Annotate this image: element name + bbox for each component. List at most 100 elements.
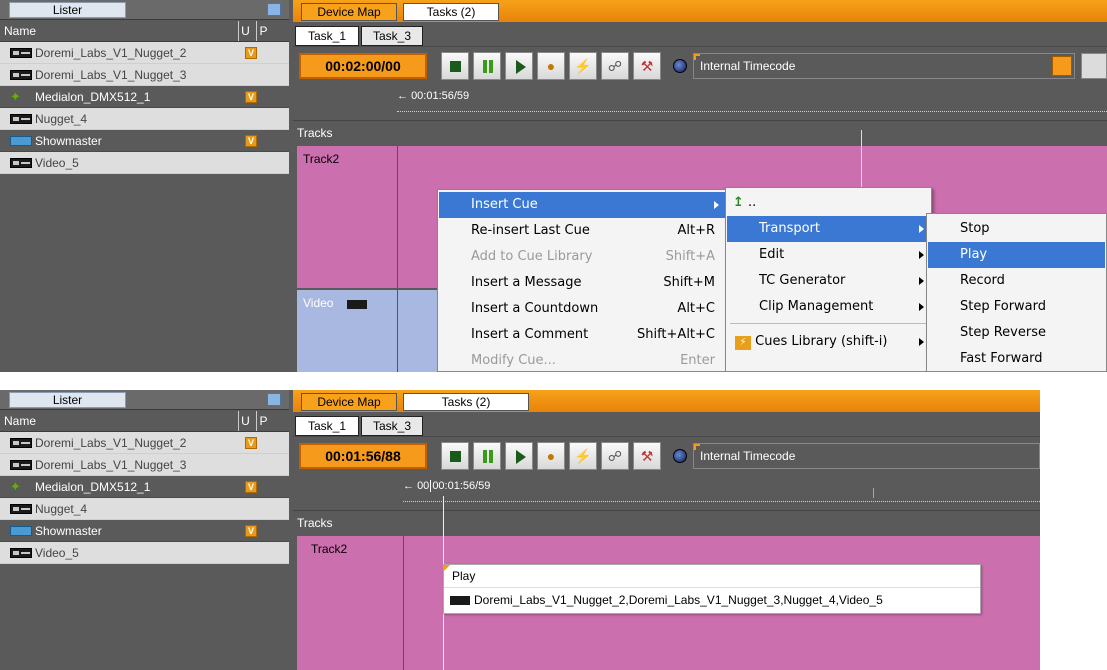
menu-item-play[interactable]: Play <box>928 242 1105 268</box>
dmx-icon: ✦ <box>10 479 21 494</box>
list-item-label: Showmaster <box>35 524 102 538</box>
list-item[interactable]: Video_5 <box>0 152 289 174</box>
column-p[interactable]: P <box>256 21 270 41</box>
menu-item-label: Edit <box>759 247 785 262</box>
tab-device-map[interactable]: Device Map <box>301 3 397 21</box>
track-video[interactable]: Video <box>297 290 397 372</box>
menu-item-modify-cue[interactable]: Modify Cue... Enter <box>439 348 725 372</box>
stop-button[interactable] <box>441 52 469 80</box>
wrench-icon[interactable]: ⚒ <box>633 442 661 470</box>
menu-item-fast-forward[interactable]: Fast Forward <box>928 346 1105 372</box>
list-item[interactable]: Showmaster V <box>0 130 289 152</box>
menu-item-transport[interactable]: Transport <box>727 216 930 242</box>
menu-item-reinsert-last-cue[interactable]: Re-insert Last Cue Alt+R <box>439 218 725 244</box>
list-item[interactable]: Doremi_Labs_V1_Nugget_2 V <box>0 432 289 454</box>
menu-item-step-forward[interactable]: Step Forward <box>928 294 1105 320</box>
menu-separator <box>730 323 927 324</box>
list-item-label: Doremi_Labs_V1_Nugget_2 <box>35 436 187 450</box>
device-icon <box>10 548 32 558</box>
extra-button[interactable] <box>1081 53 1107 79</box>
timecode-source-select[interactable]: Internal Timecode <box>693 443 1040 469</box>
track-label: Video <box>303 296 334 310</box>
list-item[interactable]: Nugget_4 <box>0 498 289 520</box>
cue-targets: Doremi_Labs_V1_Nugget_2,Doremi_Labs_V1_N… <box>474 593 883 607</box>
column-u[interactable]: U <box>238 21 252 41</box>
device-icon <box>10 114 32 124</box>
time-ruler[interactable]: ← 00:01:56/59 <box>293 84 1107 120</box>
device-icon <box>10 158 32 168</box>
menu-item-add-to-cue-library[interactable]: Add to Cue Library Shift+A <box>439 244 725 270</box>
lock-icon[interactable]: ● <box>537 442 565 470</box>
link-icon[interactable]: ☍ <box>601 52 629 80</box>
tab-task-3[interactable]: Task_3 <box>361 26 423 46</box>
column-name[interactable]: Name <box>4 24 36 38</box>
menu-item-stop[interactable]: Stop <box>928 216 1105 242</box>
lightning-icon[interactable]: ⚡ <box>569 442 597 470</box>
track-label: Track2 <box>311 542 348 556</box>
menu-item-cues-library[interactable]: ⚡ Cues Library (shift-i) <box>727 329 930 355</box>
play-button[interactable] <box>505 52 533 80</box>
lister-header: Lister <box>0 390 289 410</box>
menu-item-insert-comment[interactable]: Insert a Comment Shift+Alt+C <box>439 322 725 348</box>
tab-task-1[interactable]: Task_1 <box>295 26 359 46</box>
link-icon[interactable]: ☍ <box>601 442 629 470</box>
lightning-icon[interactable]: ⚡ <box>569 52 597 80</box>
lock-icon[interactable]: ● <box>537 52 565 80</box>
tab-task-1[interactable]: Task_1 <box>295 416 359 436</box>
list-item[interactable]: Doremi_Labs_V1_Nugget_3 <box>0 454 289 476</box>
tab-device-map[interactable]: Device Map <box>301 393 397 411</box>
v-badge-icon: V <box>245 47 257 59</box>
task-tabs: Task_1 Task_3 <box>293 22 1107 46</box>
time-ruler[interactable]: ← 00 00:01:56/59 <box>293 474 1040 510</box>
tab-tasks[interactable]: Tasks (2) <box>403 3 499 21</box>
list-item[interactable]: Video_5 <box>0 542 289 564</box>
menu-item-tc-generator[interactable]: TC Generator <box>727 268 930 294</box>
tracks-header: Tracks <box>293 510 1040 534</box>
menu-item-step-reverse[interactable]: Step Reverse <box>928 320 1105 346</box>
list-item-label: Doremi_Labs_V1_Nugget_2 <box>35 46 187 60</box>
list-item[interactable]: Nugget_4 <box>0 108 289 130</box>
menu-item-record[interactable]: Record <box>928 268 1105 294</box>
menu-item-insert-countdown[interactable]: Insert a Countdown Alt+C <box>439 296 725 322</box>
grid-view-icon[interactable] <box>267 393 281 406</box>
tab-task-3[interactable]: Task_3 <box>361 416 423 436</box>
play-button[interactable] <box>505 442 533 470</box>
top-screenshot: Lister Name U P Doremi_Labs_V1_Nugget_2 … <box>0 0 1107 372</box>
menu-item-label: Add to Cue Library <box>471 249 593 264</box>
menu-item-up[interactable]: ↥ .. <box>727 190 930 216</box>
menu-item-shortcut: Alt+R <box>677 223 715 238</box>
stop-button[interactable] <box>441 442 469 470</box>
tab-tasks[interactable]: Tasks (2) <box>403 393 529 411</box>
loop-marker <box>873 488 874 498</box>
v-badge-icon: V <box>245 135 257 147</box>
list-item[interactable]: ✦ Medialon_DMX512_1 V <box>0 86 289 108</box>
menu-item-clip-management[interactable]: Clip Management <box>727 294 930 320</box>
menu-item-insert-cue[interactable]: Insert Cue <box>439 192 725 218</box>
wrench-icon[interactable]: ⚒ <box>633 52 661 80</box>
grid-view-icon[interactable] <box>267 3 281 16</box>
column-u[interactable]: U <box>238 411 252 431</box>
timecode-source-select[interactable]: Internal Timecode <box>693 53 1075 79</box>
list-item[interactable]: ✦ Medialon_DMX512_1 V <box>0 476 289 498</box>
ruler-ticks <box>403 478 1040 502</box>
menu-item-edit[interactable]: Edit <box>727 242 930 268</box>
lister-tab[interactable]: Lister <box>9 392 126 408</box>
chevron-right-icon <box>919 338 924 346</box>
lister-tab[interactable]: Lister <box>9 2 126 18</box>
list-item[interactable]: Doremi_Labs_V1_Nugget_3 <box>0 64 289 86</box>
menu-item-label: Modify Cue... <box>471 353 556 368</box>
list-item[interactable]: Showmaster V <box>0 520 289 542</box>
list-item-label: Medialon_DMX512_1 <box>35 90 151 104</box>
list-item-label: Nugget_4 <box>35 502 88 516</box>
menu-item-insert-message[interactable]: Insert a Message Shift+M <box>439 270 725 296</box>
list-item[interactable]: Doremi_Labs_V1_Nugget_2 V <box>0 42 289 64</box>
play-cue[interactable]: Play Doremi_Labs_V1_Nugget_2,Doremi_Labs… <box>443 564 981 614</box>
lister-panel: Lister Name U P Doremi_Labs_V1_Nugget_2 … <box>0 390 289 670</box>
pause-button[interactable] <box>473 442 501 470</box>
pause-button[interactable] <box>473 52 501 80</box>
corner-mark <box>694 54 700 60</box>
column-p[interactable]: P <box>256 411 270 431</box>
column-name[interactable]: Name <box>4 414 36 428</box>
chevron-down-icon[interactable] <box>1052 56 1072 76</box>
top-tab-bar: Device Map Tasks (2) <box>293 0 1107 22</box>
